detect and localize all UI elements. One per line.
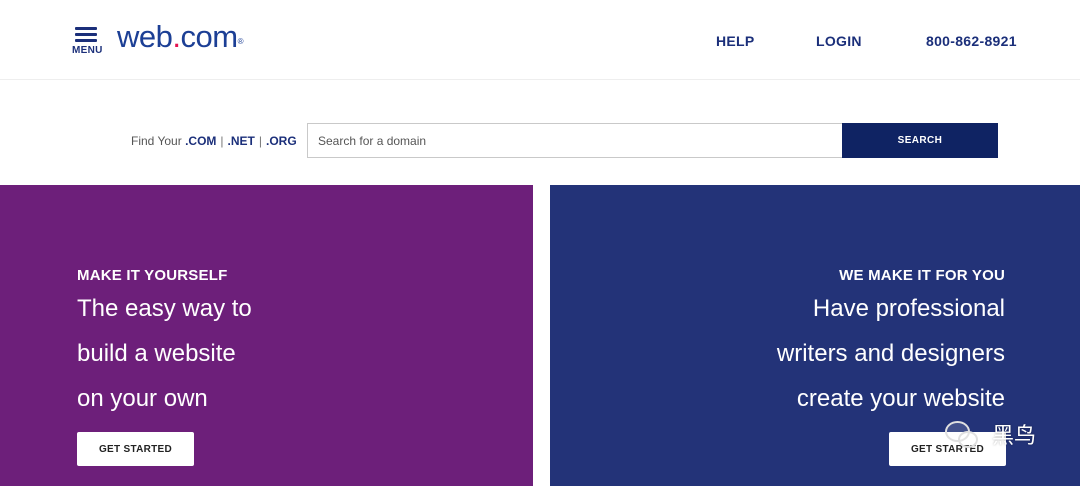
watermark-text: 黑鸟	[992, 424, 1037, 449]
chat-bubbles-icon	[944, 418, 980, 450]
panel-line: writers and designers	[776, 340, 1005, 367]
logo-registered-mark: ®	[237, 37, 244, 46]
make-it-yourself-panel: MAKE IT YOURSELF The easy way to build a…	[0, 185, 533, 486]
nav-phone-link[interactable]: 800-862-8921	[926, 33, 1017, 49]
panel-line: create your website	[796, 385, 1005, 412]
tld-org: .ORG	[266, 134, 297, 148]
tld-separator: |	[220, 134, 224, 148]
tld-com: .COM	[185, 134, 217, 148]
tld-separator: |	[258, 134, 262, 148]
menu-button[interactable]: MENU	[72, 26, 102, 58]
panel-line: build a website	[77, 340, 236, 367]
web-com-logo[interactable]: web.com®	[117, 19, 244, 55]
panel-line: The easy way to	[77, 295, 252, 322]
panel-description: The easy way to build a website on your …	[77, 286, 252, 421]
logo-dot: .	[172, 19, 181, 54]
hamburger-icon-bar	[75, 33, 97, 36]
watermark: 黑鸟	[944, 418, 1036, 450]
nav-login-link[interactable]: LOGIN	[816, 33, 862, 49]
tld-net: .NET	[227, 134, 255, 148]
logo-text-main: web	[117, 19, 173, 54]
site-header: MENU web.com® HELP LOGIN 800-862-8921	[0, 0, 1080, 80]
hamburger-icon-bar	[75, 39, 97, 42]
panel-title: MAKE IT YOURSELF	[77, 267, 228, 284]
panel-description: Have professional writers and designers …	[777, 286, 1005, 421]
search-button[interactable]: SEARCH	[842, 123, 998, 158]
chat-bubble-shape	[958, 431, 978, 448]
find-domain-label: Find Your .COM | .NET | .ORG	[131, 134, 297, 148]
panel-line: on your own	[77, 385, 208, 412]
logo-text-tld: com	[180, 19, 239, 54]
domain-search-input[interactable]	[307, 123, 844, 158]
menu-label: MENU	[72, 45, 103, 56]
nav-help-link[interactable]: HELP	[716, 33, 755, 49]
get-started-button-diy[interactable]: GET STARTED	[77, 432, 194, 466]
panel-line: Have professional	[812, 295, 1005, 322]
panel-title: WE MAKE IT FOR YOU	[839, 267, 1005, 284]
hamburger-icon	[75, 27, 97, 30]
find-prefix: Find Your	[131, 134, 182, 148]
